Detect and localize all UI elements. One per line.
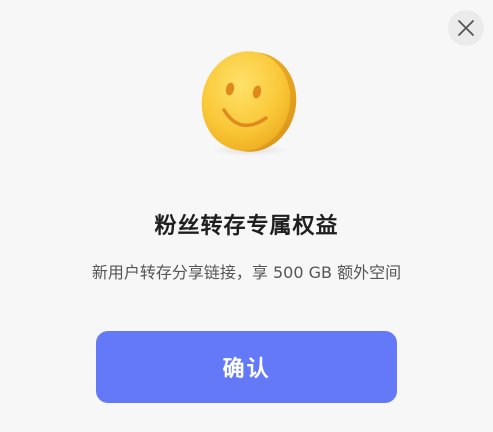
smiley-face-icon <box>196 46 300 158</box>
dialog-title: 粉丝转存专属权益 <box>154 214 339 239</box>
close-button[interactable] <box>448 10 484 46</box>
confirm-button[interactable]: 确认 <box>96 331 397 403</box>
dialog-subtitle: 新用户转存分享链接，享 500 GB 额外空间 <box>91 263 402 282</box>
close-icon <box>457 19 475 37</box>
fan-benefit-dialog: 粉丝转存专属权益 新用户转存分享链接，享 500 GB 额外空间 确认 <box>0 0 493 432</box>
